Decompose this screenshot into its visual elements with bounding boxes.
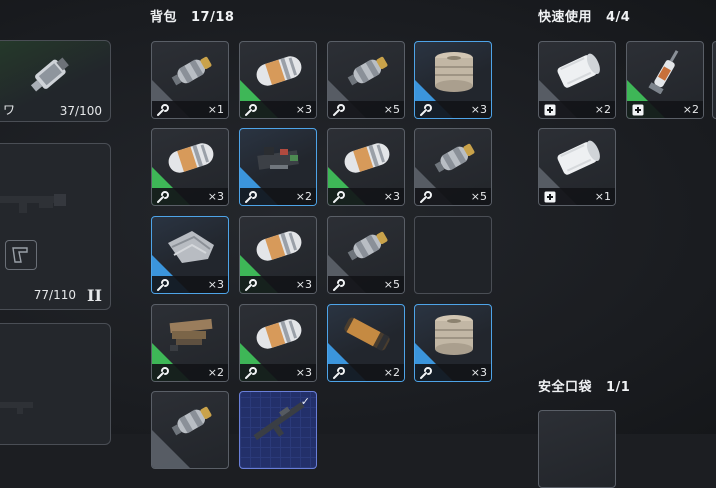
backpack-slot[interactable]: ×3 [327,128,405,206]
wrench-icon [245,103,257,116]
backpack-slot[interactable]: ×3 [151,128,229,206]
backpack-slot[interactable]: ×5 [327,41,405,119]
quick-use-slot[interactable]: ×2 [538,41,616,119]
quick-use-title: 快速使用 [538,10,593,25]
item-quantity: ×2 [207,366,224,379]
backpack-slot[interactable]: ×1 [151,41,229,119]
backpack-slot[interactable]: ×2 [239,128,317,206]
quick-use-slot[interactable]: ×2 [626,41,704,119]
slot-footer: ×3 [240,364,316,381]
wrench-icon [420,103,432,116]
item-quantity: ×3 [207,190,224,203]
wrench-icon [245,278,257,291]
magazine-icon [12,247,28,263]
equipment-slot-top[interactable]: ワ 37/100 [0,40,111,122]
backpack-slot[interactable]: ×5 [414,128,492,206]
slot-footer: ×2 [240,188,316,205]
item-quantity: ×2 [682,103,699,116]
equipment-durability: 37/100 [59,104,102,118]
wrench-icon [333,366,345,379]
slot-footer: ×3 [328,188,404,205]
quick-use-count: 4/4 [606,10,631,25]
medical-cross-icon [632,104,644,116]
slot-footer: ×2 [328,364,404,381]
slot-footer: ×5 [415,188,491,205]
backpack-slot[interactable]: ×3 [239,304,317,382]
backpack-slot[interactable]: ×3 [151,216,229,294]
equipment-item-icon [30,57,69,92]
safe-pocket-count: 1/1 [606,380,631,395]
slot-footer: ×3 [415,101,491,118]
slot-footer: ×3 [240,276,316,293]
item-quantity: ×5 [383,103,400,116]
backpack-slot[interactable]: ×5 [327,216,405,294]
rifle-icon [0,402,33,414]
item-quantity: ×3 [295,103,312,116]
weapon-slot-secondary[interactable] [0,323,111,445]
weapon-tier: II [87,286,102,305]
slot-footer: ×3 [152,276,228,293]
wrench-icon [333,278,345,291]
wrench-icon [333,190,345,203]
backpack-slot[interactable]: ×3 [414,41,492,119]
item-quantity: ×2 [295,190,312,203]
weapon-durability: 77/110 [33,288,76,302]
slot-footer: ×5 [328,276,404,293]
medical-cross-icon [544,104,556,116]
slot-footer: ×5 [328,101,404,118]
item-quantity: ×3 [383,190,400,203]
rifle-icon [0,194,66,213]
wrench-icon [245,366,257,379]
quick-use-heading: 快速使用 4/4 [538,6,630,25]
attachment-slot[interactable] [5,240,37,270]
slot-footer: ×1 [539,188,615,205]
item-quantity: ×3 [207,278,224,291]
check-icon: ✓ [300,395,310,408]
item-quantity: ×1 [594,190,611,203]
wrench-icon [420,190,432,203]
item-quantity: ×3 [470,366,487,379]
backpack-slot[interactable]: ×2 [327,304,405,382]
safe-pocket-slot[interactable] [538,410,616,488]
slot-footer: ×2 [627,101,703,118]
backpack-slot[interactable]: ×3 [239,41,317,119]
item-quantity: ×2 [594,103,611,116]
weapon-slot-primary[interactable]: 77/110 II [0,143,111,310]
wrench-icon [157,366,169,379]
equipment-label-fragment: ワ [3,103,16,117]
backpack-slot[interactable]: ✓ [239,391,317,469]
item-quantity: ×3 [295,278,312,291]
slot-footer: ×3 [152,188,228,205]
wrench-icon [157,103,169,116]
item-quantity: ×1 [207,103,224,116]
slot-footer: ×2 [539,101,615,118]
item-quantity: ×5 [383,278,400,291]
wrench-icon [420,366,432,379]
safe-pocket-title: 安全口袋 [538,380,593,395]
wrench-icon [245,190,257,203]
backpack-title: 背包 [150,10,178,25]
item-quantity: ×5 [470,190,487,203]
backpack-slot[interactable]: ×3 [414,304,492,382]
backpack-heading: 背包 17/18 [150,6,234,25]
backpack-slot[interactable] [151,391,229,469]
backpack-slot[interactable] [414,216,492,294]
wrench-icon [157,278,169,291]
backpack-count: 17/18 [191,10,235,25]
safe-pocket-heading: 安全口袋 1/1 [538,376,630,395]
item-quantity: ×3 [295,366,312,379]
item-quantity: ×3 [470,103,487,116]
item-quantity: ×2 [383,366,400,379]
slot-footer: ×3 [415,364,491,381]
wrench-icon [157,190,169,203]
slot-footer: ×2 [152,364,228,381]
slot-footer: ×3 [240,101,316,118]
backpack-slot[interactable]: ×3 [239,216,317,294]
quick-use-slot-edge[interactable] [712,41,716,119]
quick-use-slot[interactable]: ×1 [538,128,616,206]
wrench-icon [333,103,345,116]
slot-footer: ×1 [152,101,228,118]
backpack-slot[interactable]: ×2 [151,304,229,382]
medical-cross-icon [544,191,556,203]
